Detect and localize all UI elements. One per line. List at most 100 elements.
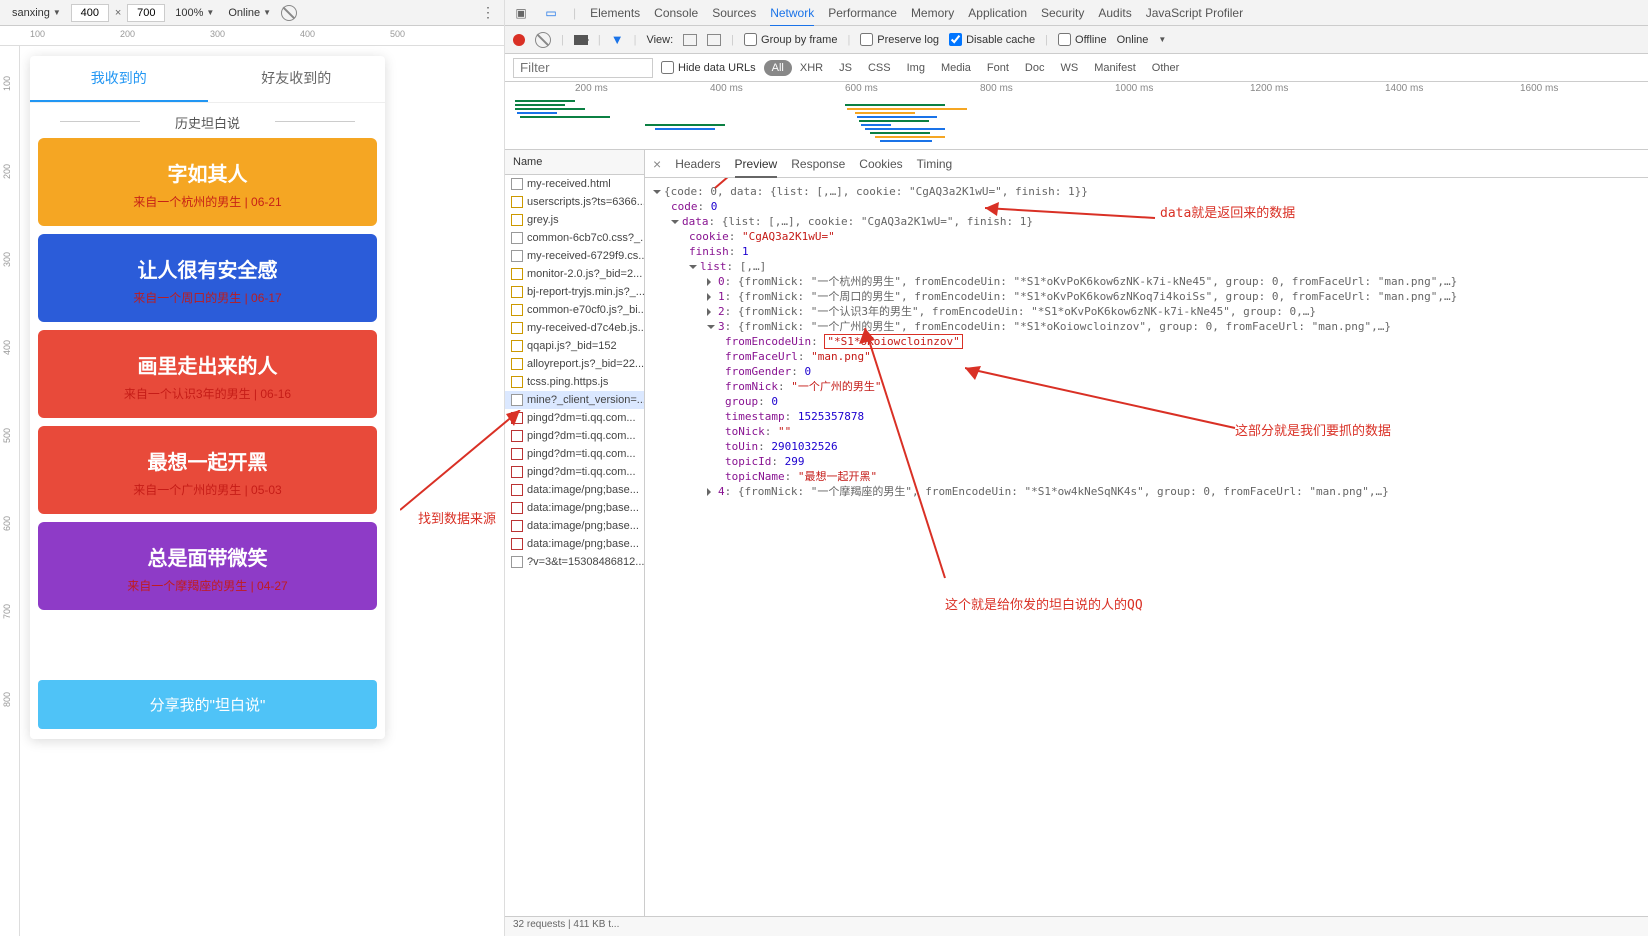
view-small-icon[interactable] bbox=[707, 34, 721, 46]
json-line[interactable]: topicId: 299 bbox=[653, 454, 1640, 469]
request-row[interactable]: data:image/png;base... bbox=[505, 481, 644, 499]
json-line[interactable]: group: 0 bbox=[653, 394, 1640, 409]
filter-type-other[interactable]: Other bbox=[1144, 60, 1188, 76]
devtools-tab-performance[interactable]: Performance bbox=[828, 1, 897, 25]
devtools-tab-console[interactable]: Console bbox=[654, 1, 698, 25]
request-row[interactable]: my-received.html bbox=[505, 175, 644, 193]
devtools-tab-application[interactable]: Application bbox=[968, 1, 1027, 25]
expand-icon[interactable] bbox=[707, 325, 715, 333]
expand-icon[interactable] bbox=[707, 278, 715, 286]
detail-tab-cookies[interactable]: Cookies bbox=[859, 152, 902, 176]
devtools-tab-elements[interactable]: Elements bbox=[590, 1, 640, 25]
filter-type-all[interactable]: All bbox=[764, 60, 792, 76]
json-line[interactable]: 2: {fromNick: "一个认识3年的男生", fromEncodeUin… bbox=[653, 304, 1640, 319]
rotate-icon[interactable] bbox=[281, 5, 297, 21]
request-row[interactable]: bj-report-tryjs.min.js?_... bbox=[505, 283, 644, 301]
group-checkbox[interactable]: Group by frame bbox=[744, 33, 837, 46]
request-row[interactable]: my-received-d7c4eb.js... bbox=[505, 319, 644, 337]
throttle-selector[interactable]: Online▼ bbox=[224, 5, 275, 21]
filter-type-js[interactable]: JS bbox=[831, 60, 860, 76]
expand-icon[interactable] bbox=[689, 265, 697, 273]
tab-received[interactable]: 我收到的 bbox=[30, 56, 208, 102]
offline-checkbox[interactable]: Offline bbox=[1058, 33, 1107, 46]
filter-type-css[interactable]: CSS bbox=[860, 60, 899, 76]
devtools-tab-security[interactable]: Security bbox=[1041, 1, 1084, 25]
hide-data-urls-checkbox[interactable]: Hide data URLs bbox=[661, 61, 756, 74]
disable-cache-checkbox[interactable]: Disable cache bbox=[949, 33, 1035, 46]
record-icon[interactable] bbox=[513, 34, 525, 46]
detail-tab-response[interactable]: Response bbox=[791, 152, 845, 176]
preserve-checkbox[interactable]: Preserve log bbox=[860, 33, 939, 46]
confession-card[interactable]: 让人很有安全感来自一个周口的男生 | 06-17 bbox=[38, 234, 377, 322]
json-line[interactable]: 0: {fromNick: "一个杭州的男生", fromEncodeUin: … bbox=[653, 274, 1640, 289]
filter-type-img[interactable]: Img bbox=[899, 60, 933, 76]
filter-type-xhr[interactable]: XHR bbox=[792, 60, 831, 76]
json-line[interactable]: topicName: "最想一起开黑" bbox=[653, 469, 1640, 484]
request-row[interactable]: ?v=3&t=15308486812... bbox=[505, 553, 644, 571]
devtools-tab-sources[interactable]: Sources bbox=[712, 1, 756, 25]
devtools-tab-javascript profiler[interactable]: JavaScript Profiler bbox=[1146, 1, 1243, 25]
filter-input[interactable] bbox=[513, 58, 653, 78]
request-row[interactable]: monitor-2.0.js?_bid=2... bbox=[505, 265, 644, 283]
request-row[interactable]: data:image/png;base... bbox=[505, 535, 644, 553]
confession-card[interactable]: 最想一起开黑来自一个广州的男生 | 05-03 bbox=[38, 426, 377, 514]
expand-icon[interactable] bbox=[707, 293, 715, 301]
view-large-icon[interactable] bbox=[683, 34, 697, 46]
close-icon[interactable]: × bbox=[653, 156, 661, 172]
json-preview[interactable]: 点击这里 data就是返回来的数据 这部分就是我们要抓的数据 这个就是给你发的坦… bbox=[645, 178, 1648, 916]
more-icon[interactable]: ⋮ bbox=[481, 4, 496, 21]
devtools-tab-memory[interactable]: Memory bbox=[911, 1, 954, 25]
request-row[interactable]: common-6cb7c0.css?_... bbox=[505, 229, 644, 247]
request-row[interactable]: my-received-6729f9.cs... bbox=[505, 247, 644, 265]
inspect-icon[interactable]: ▣ bbox=[513, 6, 529, 20]
json-line[interactable]: fromFaceUrl: "man.png" bbox=[653, 349, 1640, 364]
request-row[interactable]: mine?_client_version=... bbox=[505, 391, 644, 409]
expand-icon[interactable] bbox=[653, 190, 661, 198]
json-line[interactable]: fromGender: 0 bbox=[653, 364, 1640, 379]
request-row[interactable]: common-e70cf0.js?_bi... bbox=[505, 301, 644, 319]
online-label[interactable]: Online bbox=[1117, 34, 1149, 46]
filter-type-manifest[interactable]: Manifest bbox=[1086, 60, 1144, 76]
json-line[interactable]: list: [,…] bbox=[653, 259, 1640, 274]
devtools-tab-audits[interactable]: Audits bbox=[1098, 1, 1131, 25]
json-line[interactable]: fromEncodeUin: "*S1*oKoiowcloinzov" bbox=[653, 334, 1640, 349]
confession-card[interactable]: 画里走出来的人来自一个认识3年的男生 | 06-16 bbox=[38, 330, 377, 418]
filter-type-doc[interactable]: Doc bbox=[1017, 60, 1053, 76]
screenshot-icon[interactable] bbox=[574, 35, 588, 45]
json-line[interactable]: code: 0 bbox=[653, 199, 1640, 214]
json-line[interactable]: timestamp: 1525357878 bbox=[653, 409, 1640, 424]
height-input[interactable] bbox=[127, 4, 165, 22]
request-row[interactable]: pingd?dm=ti.qq.com... bbox=[505, 445, 644, 463]
zoom-selector[interactable]: 100%▼ bbox=[171, 5, 218, 21]
detail-tab-preview[interactable]: Preview bbox=[735, 152, 778, 178]
filter-type-ws[interactable]: WS bbox=[1052, 60, 1086, 76]
filter-type-font[interactable]: Font bbox=[979, 60, 1017, 76]
confession-card[interactable]: 字如其人来自一个杭州的男生 | 06-21 bbox=[38, 138, 377, 226]
devtools-tab-network[interactable]: Network bbox=[770, 1, 814, 27]
share-button[interactable]: 分享我的"坦白说" bbox=[38, 680, 377, 729]
request-row[interactable]: pingd?dm=ti.qq.com... bbox=[505, 409, 644, 427]
filter-icon[interactable]: ▼ bbox=[611, 32, 624, 47]
request-row[interactable]: qqapi.js?_bid=152 bbox=[505, 337, 644, 355]
json-line[interactable]: {code: 0, data: {list: [,…], cookie: "Cg… bbox=[653, 184, 1640, 199]
request-row[interactable]: pingd?dm=ti.qq.com... bbox=[505, 427, 644, 445]
json-line[interactable]: data: {list: [,…], cookie: "CgAQ3a2K1wU=… bbox=[653, 214, 1640, 229]
json-line[interactable]: cookie: "CgAQ3a2K1wU=" bbox=[653, 229, 1640, 244]
filter-type-media[interactable]: Media bbox=[933, 60, 979, 76]
name-header[interactable]: Name bbox=[505, 150, 644, 175]
request-row[interactable]: pingd?dm=ti.qq.com... bbox=[505, 463, 644, 481]
detail-tab-headers[interactable]: Headers bbox=[675, 152, 720, 176]
clear-icon[interactable] bbox=[535, 32, 551, 48]
request-row[interactable]: data:image/png;base... bbox=[505, 517, 644, 535]
chevron-down-icon[interactable]: ▼ bbox=[1158, 35, 1166, 44]
width-input[interactable] bbox=[71, 4, 109, 22]
json-line[interactable]: fromNick: "一个广州的男生" bbox=[653, 379, 1640, 394]
device-selector[interactable]: sanxing▼ bbox=[8, 5, 65, 21]
expand-icon[interactable] bbox=[671, 220, 679, 228]
request-row[interactable]: tcss.ping.https.js bbox=[505, 373, 644, 391]
json-line[interactable]: 4: {fromNick: "一个摩羯座的男生", fromEncodeUin:… bbox=[653, 484, 1640, 499]
expand-icon[interactable] bbox=[707, 488, 715, 496]
json-line[interactable]: toNick: "" bbox=[653, 424, 1640, 439]
request-row[interactable]: grey.js bbox=[505, 211, 644, 229]
confession-card[interactable]: 总是面带微笑来自一个摩羯座的男生 | 04-27 bbox=[38, 522, 377, 610]
